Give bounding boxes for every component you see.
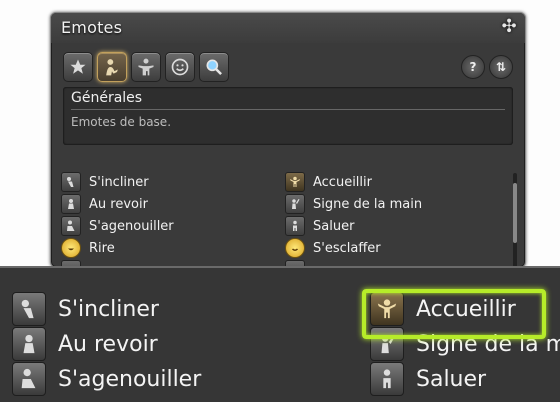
emote-goodbye[interactable]: Au revoir	[61, 194, 148, 214]
kneel-icon	[12, 362, 46, 396]
zoom-emote-bow[interactable]: S'incliner	[12, 292, 159, 326]
sort-button[interactable]: ⇅	[489, 55, 513, 79]
search-icon	[206, 59, 222, 75]
kneel-icon	[61, 216, 81, 236]
goodbye-icon	[61, 194, 81, 214]
emote-label: S'agenouiller	[89, 218, 174, 234]
sort-icon: ⇅	[495, 60, 507, 74]
category-description: Emotes de base.	[71, 115, 172, 129]
person-general-icon	[106, 59, 118, 76]
category-title: Générales	[71, 90, 143, 106]
star-icon	[70, 59, 86, 74]
zoom-emote-kneel[interactable]: S'agenouiller	[12, 362, 201, 396]
chuckle-icon	[285, 238, 305, 258]
salute-icon	[370, 362, 404, 396]
help-icon: ?	[469, 60, 477, 74]
emote-kneel[interactable]: S'agenouiller	[61, 216, 174, 236]
emote-list-scrollbar[interactable]	[513, 173, 517, 267]
emote-chuckle[interactable]: S'esclaffer	[285, 238, 381, 258]
zoom-emote-salute[interactable]: Saluer	[370, 362, 486, 396]
emote-label: S'esclaffer	[313, 240, 381, 256]
salute-icon	[285, 216, 305, 236]
wave-icon	[285, 194, 305, 214]
zoom-emote-goodbye[interactable]: Au revoir	[12, 327, 158, 361]
emote-label: Accueillir	[313, 174, 372, 190]
tab-general[interactable]	[97, 52, 127, 82]
bow-icon	[61, 172, 81, 192]
zoom-emote-label: S'incliner	[58, 296, 159, 322]
category-panel: Générales Emotes de base.	[63, 87, 513, 145]
emote-bow[interactable]: S'incliner	[61, 172, 149, 192]
scrollbar-thumb[interactable]	[513, 183, 517, 243]
welcome-icon	[285, 172, 305, 192]
face-icon	[171, 58, 189, 76]
laugh-icon	[61, 238, 81, 258]
emote-wave[interactable]: Signe de la main	[285, 194, 422, 214]
bow-icon	[12, 292, 46, 326]
zoom-emote-label: S'agenouiller	[58, 366, 202, 392]
help-button[interactable]: ?	[461, 55, 485, 79]
emotes-window: Emotes ✣ ? ⇅ Générales Emotes de base. S…	[50, 12, 526, 268]
zoomed-emote-view: S'incliner Au revoir S'agenouiller Accue…	[0, 266, 560, 402]
category-divider	[71, 109, 505, 110]
window-title: Emotes	[61, 18, 123, 37]
emote-label: Au revoir	[89, 196, 148, 212]
emote-label: Signe de la main	[313, 196, 423, 212]
person-special-icon	[138, 58, 154, 76]
tab-search[interactable]	[199, 52, 229, 82]
goodbye-icon	[12, 327, 46, 361]
tab-special[interactable]	[131, 52, 161, 82]
emote-label: S'incliner	[89, 174, 149, 190]
emote-label: Rire	[89, 240, 115, 256]
tab-expressions[interactable]	[165, 52, 195, 82]
window-titlebar[interactable]: Emotes ✣	[51, 13, 525, 43]
highlight-box	[362, 289, 546, 339]
emote-label: Saluer	[313, 218, 355, 234]
emote-welcome[interactable]: Accueillir	[285, 172, 372, 192]
tab-favorites[interactable]	[63, 52, 93, 82]
zoom-emote-label: Saluer	[416, 366, 487, 392]
emote-laugh[interactable]: Rire	[61, 238, 115, 258]
zoom-emote-label: Au revoir	[58, 331, 158, 357]
close-icon[interactable]: ✣	[499, 17, 519, 37]
emote-salute[interactable]: Saluer	[285, 216, 354, 236]
